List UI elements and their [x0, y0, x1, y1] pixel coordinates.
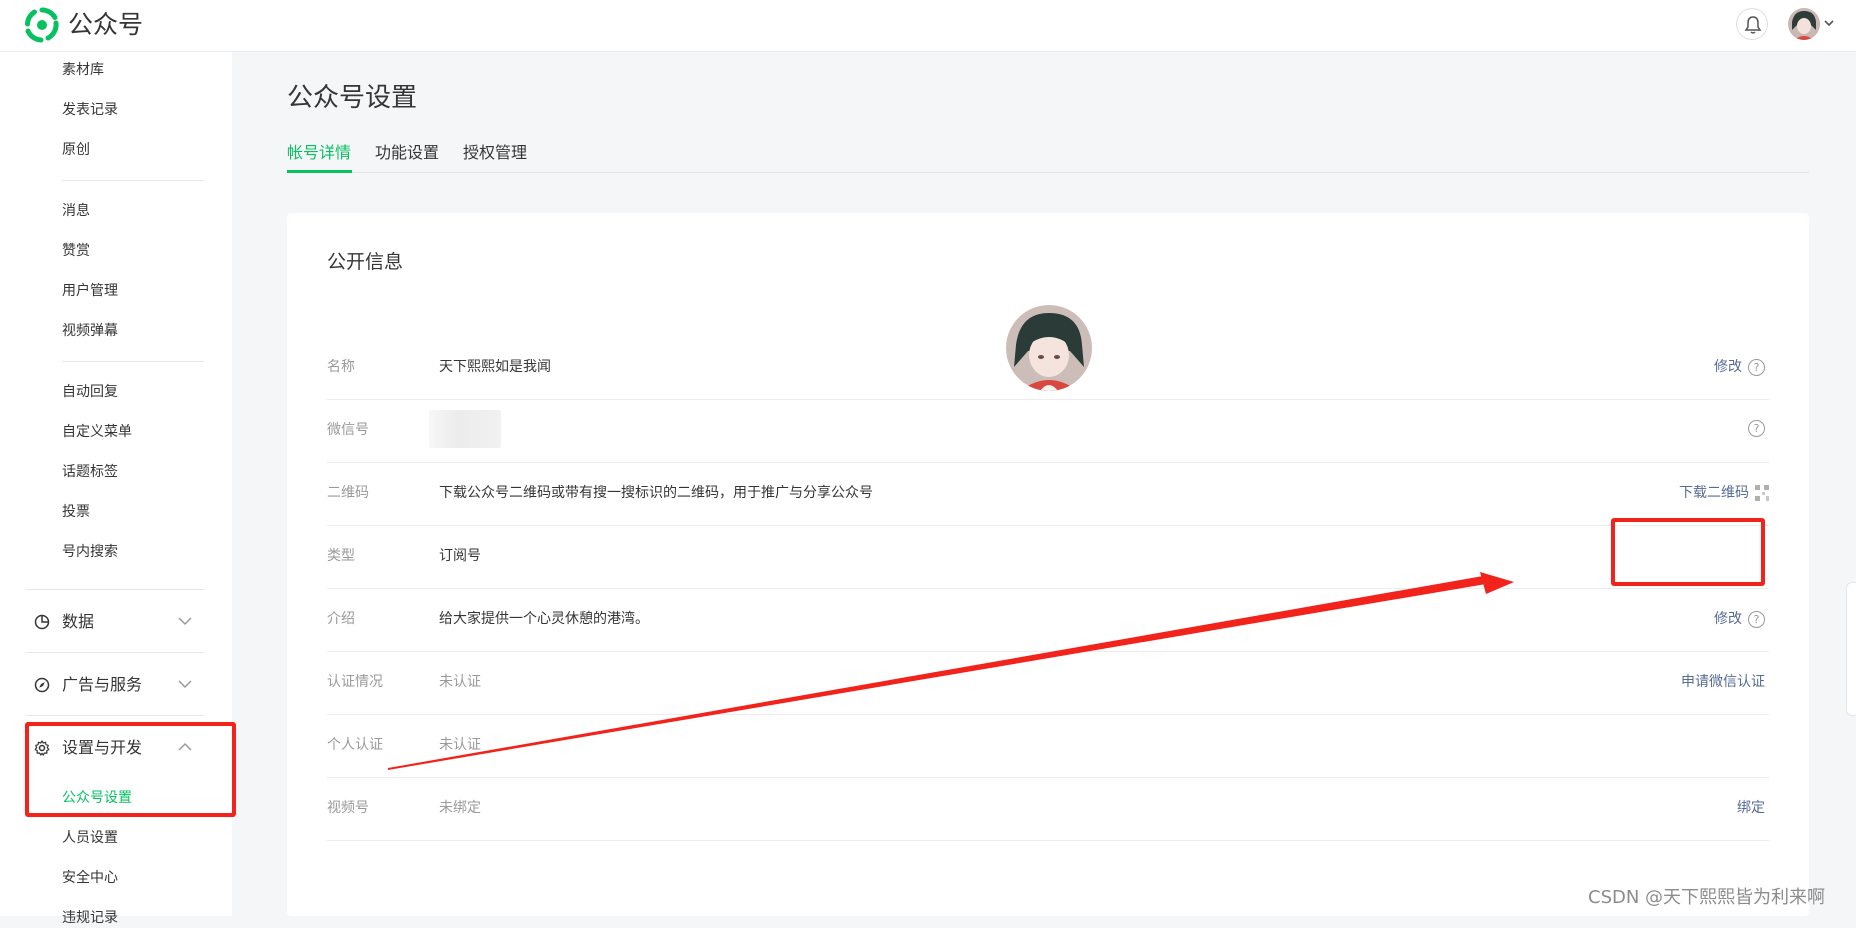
bind-channels-link[interactable]: 绑定	[1737, 798, 1765, 818]
pie-chart-icon	[34, 614, 50, 630]
sidebar-item-security-center[interactable]: 安全中心	[62, 868, 118, 888]
compass-icon	[34, 677, 50, 693]
row-label: 视频号	[327, 800, 369, 816]
annotation-highlight-settings	[25, 722, 236, 817]
row-actions: 申请微信认证	[1681, 672, 1765, 692]
download-qrcode-link[interactable]: 下载二维码	[1679, 483, 1749, 503]
sidebar-divider	[26, 652, 204, 653]
sidebar-item-topic-tags[interactable]: 话题标签	[62, 462, 118, 482]
row-value: 未绑定	[439, 800, 481, 816]
sidebar-group-label: 数据	[62, 612, 95, 631]
sidebar-group-ads-services[interactable]: 广告与服务	[34, 673, 204, 697]
chevron-down-icon[interactable]	[1824, 19, 1834, 27]
sidebar-divider	[26, 715, 204, 716]
help-icon[interactable]: ?	[1748, 420, 1765, 437]
row-label: 个人认证	[327, 737, 383, 753]
sidebar-group-data[interactable]: 数据	[34, 610, 204, 634]
row-label: 介绍	[327, 611, 355, 627]
tab-authorization-management[interactable]: 授权管理	[463, 142, 527, 164]
sidebar-item-publish-records[interactable]: 发表记录	[62, 100, 118, 120]
info-row-type: 类型 订阅号	[327, 526, 1769, 589]
sidebar-item-vote[interactable]: 投票	[62, 502, 90, 522]
tab-bar: 帐号详情 功能设置 授权管理	[287, 136, 1809, 173]
sidebar-item-user-management[interactable]: 用户管理	[62, 281, 118, 301]
sidebar-divider	[62, 180, 204, 181]
sidebar-item-original[interactable]: 原创	[62, 140, 90, 160]
user-avatar[interactable]	[1788, 8, 1820, 40]
info-row-personal-verification: 个人认证 未认证	[327, 715, 1769, 778]
info-row-intro: 介绍 给大家提供一个心灵休憩的港湾。 修改 ?	[327, 589, 1769, 652]
qrcode-icon[interactable]	[1755, 485, 1769, 501]
floating-side-panel-tab[interactable]	[1846, 582, 1856, 716]
sidebar-item-messages[interactable]: 消息	[62, 201, 90, 221]
row-actions: 下载二维码	[1679, 483, 1769, 503]
top-bar: 公众号	[0, 0, 1856, 52]
annotation-highlight-download	[1611, 518, 1765, 586]
row-value: 天下熙熙如是我闻	[439, 359, 551, 375]
sidebar-item-staff-settings[interactable]: 人员设置	[62, 828, 118, 848]
row-value: 下载公众号二维码或带有搜一搜标识的二维码，用于推广与分享公众号	[439, 485, 873, 501]
chevron-down-icon	[178, 617, 192, 626]
info-row-qrcode: 二维码 下载公众号二维码或带有搜一搜标识的二维码，用于推广与分享公众号 下载二维…	[327, 463, 1769, 526]
row-label: 微信号	[327, 422, 369, 438]
row-value: 给大家提供一个心灵休憩的港湾。	[439, 611, 649, 627]
public-info-card: 公开信息 名称 天下熙熙如是我闻 修改 ? 微信号 ? 二维码 下载公众号二维码…	[287, 213, 1809, 916]
sidebar-item-video-danmaku[interactable]: 视频弹幕	[62, 321, 118, 341]
row-label: 类型	[327, 548, 355, 564]
row-label: 名称	[327, 359, 355, 375]
sidebar-item-in-account-search[interactable]: 号内搜索	[62, 542, 118, 562]
section-title: 公开信息	[327, 251, 404, 273]
notification-button[interactable]	[1736, 8, 1768, 40]
row-actions: 修改 ?	[1714, 609, 1765, 629]
sidebar-item-auto-reply[interactable]: 自动回复	[62, 382, 118, 402]
info-row-verification: 认证情况 未认证 申请微信认证	[327, 652, 1769, 715]
sidebar-item-violation-records[interactable]: 违规记录	[62, 908, 118, 928]
sidebar-item-material-library[interactable]: 素材库	[62, 60, 104, 80]
page-title: 公众号设置	[287, 83, 418, 113]
watermark: CSDN @天下熙熙皆为利来啊	[1588, 887, 1826, 908]
info-row-channels: 视频号 未绑定 绑定	[327, 778, 1769, 841]
sidebar-divider	[62, 361, 204, 362]
row-value: 订阅号	[439, 548, 481, 564]
sidebar-divider	[26, 589, 204, 590]
row-actions: 修改 ?	[1714, 357, 1765, 377]
chevron-down-icon	[178, 680, 192, 689]
info-row-wechat-id: 微信号 ?	[327, 400, 1769, 463]
row-actions: ?	[1748, 420, 1765, 437]
row-actions: 绑定	[1737, 798, 1765, 818]
bell-icon	[1744, 16, 1762, 34]
help-icon[interactable]: ?	[1748, 610, 1765, 628]
sidebar-group-label: 广告与服务	[62, 675, 143, 694]
active-tab-indicator	[287, 170, 352, 173]
wechat-official-account-logo[interactable]	[24, 7, 60, 43]
tab-account-details[interactable]: 帐号详情	[287, 142, 351, 164]
row-label: 二维码	[327, 485, 369, 501]
row-value: 未认证	[439, 674, 481, 690]
brand-name: 公众号	[68, 10, 144, 39]
help-icon[interactable]: ?	[1748, 358, 1765, 376]
edit-name-link[interactable]: 修改	[1714, 357, 1742, 377]
sidebar-item-custom-menu[interactable]: 自定义菜单	[62, 422, 132, 442]
row-value: 未认证	[439, 737, 481, 753]
edit-intro-link[interactable]: 修改	[1714, 609, 1742, 629]
tab-feature-settings[interactable]: 功能设置	[375, 142, 439, 164]
redacted-value	[429, 410, 501, 448]
row-label: 认证情况	[327, 674, 383, 690]
apply-verification-link[interactable]: 申请微信认证	[1681, 672, 1765, 692]
info-row-name: 名称 天下熙熙如是我闻 修改 ?	[327, 337, 1769, 400]
sidebar-item-rewards[interactable]: 赞赏	[62, 241, 90, 261]
